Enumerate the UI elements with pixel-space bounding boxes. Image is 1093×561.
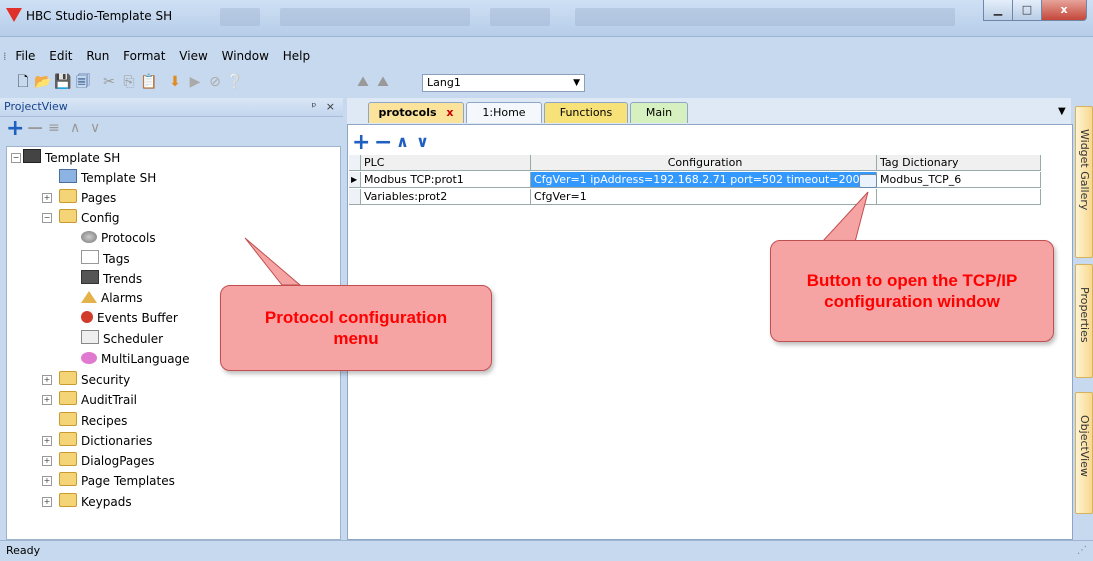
callout-text: Protocol configuration menu [264,308,448,348]
resize-grip-icon[interactable]: ⋰ [1077,545,1087,556]
right-callout-pointer [820,191,869,243]
callout-text: Button to open the TCP/IP configuration … [806,271,1018,311]
status-bar: Ready ⋰ [0,540,1093,561]
callout-open-button: Button to open the TCP/IP configuration … [770,240,1054,342]
left-callout-pointer [244,237,302,286]
status-text: Ready [6,544,41,557]
callout-protocol-menu: Protocol configuration menu [220,285,492,371]
